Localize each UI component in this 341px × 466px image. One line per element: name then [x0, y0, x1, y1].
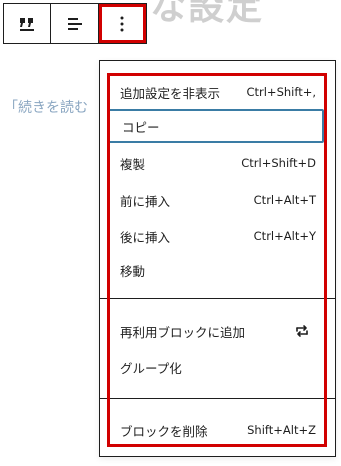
shortcut-label: Ctrl+Alt+T: [253, 193, 316, 207]
menu-item-label: 追加設定を非表示: [120, 85, 221, 101]
menu-item-label: 再利用ブロックに追加: [120, 324, 246, 340]
menu-divider: [99, 298, 336, 299]
more-options-icon: [120, 16, 124, 31]
menu-item-label: 前に挿入: [120, 193, 171, 209]
menu-item-hide-settings[interactable]: 追加設定を非表示 Ctrl+Shift+,: [108, 75, 324, 109]
align-button[interactable]: [51, 4, 99, 43]
menu-item-insert-after[interactable]: 後に挿入 Ctrl+Alt+Y: [108, 219, 324, 253]
shortcut-label: Ctrl+Alt+Y: [253, 229, 316, 243]
menu-item-label: 複製: [120, 156, 146, 172]
more-options-button[interactable]: [98, 4, 147, 43]
reusable-icon: [296, 325, 308, 337]
menu-item-move[interactable]: 移動: [108, 253, 324, 287]
menu-item-label: コピー: [122, 119, 160, 135]
menu-divider: [99, 398, 336, 399]
menu-item-group[interactable]: グループ化: [108, 350, 324, 384]
menu-item-label: 移動: [120, 263, 146, 279]
menu-item-label: 後に挿入: [120, 229, 171, 245]
read-more-text: 「続きを読む: [4, 100, 88, 116]
menu-item-label: ブロックを削除: [120, 423, 208, 439]
page-heading-partial: な設定: [150, 0, 265, 28]
shortcut-label: Shift+Alt+Z: [247, 423, 316, 437]
menu-item-duplicate[interactable]: 複製 Ctrl+Shift+D: [108, 146, 324, 180]
align-icon: [67, 17, 82, 30]
menu-item-label: グループ化: [120, 360, 182, 376]
block-toolbar: [3, 3, 147, 44]
menu-item-copy[interactable]: コピー: [108, 109, 324, 143]
quote-button[interactable]: [4, 4, 52, 43]
shortcut-label: Ctrl+Shift+D: [241, 156, 316, 170]
menu-item-insert-before[interactable]: 前に挿入 Ctrl+Alt+T: [108, 183, 324, 217]
menu-item-add-reusable[interactable]: 再利用ブロックに追加: [108, 314, 324, 348]
quote-icon: [20, 17, 35, 31]
shortcut-label: Ctrl+Shift+,: [246, 85, 316, 99]
menu-item-delete-block[interactable]: ブロックを削除 Shift+Alt+Z: [108, 413, 324, 447]
